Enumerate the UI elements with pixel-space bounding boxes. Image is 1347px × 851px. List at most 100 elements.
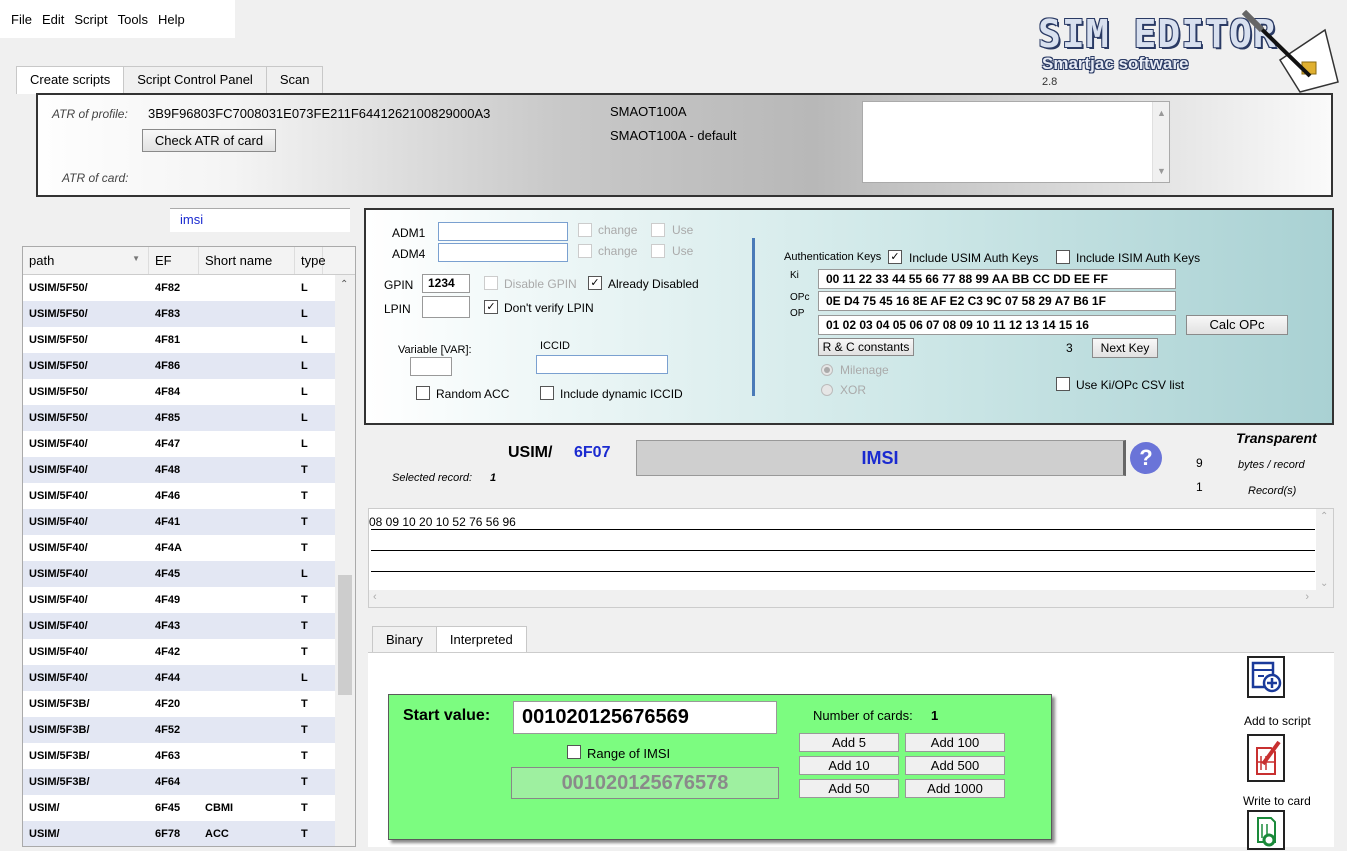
cell-ef: 4F4A — [155, 542, 182, 554]
dont-verify-lpin-checkbox[interactable]: ✓ — [484, 300, 498, 314]
random-acc-checkbox[interactable] — [416, 386, 430, 400]
include-dynamic-iccid-label: Include dynamic ICCID — [560, 387, 683, 401]
add-5-button[interactable]: Add 5 — [799, 733, 899, 752]
record-vscroll[interactable]: ⌃ ⌄ — [1316, 509, 1333, 591]
table-row[interactable]: USIM/5F40/4F47 L — [23, 431, 355, 457]
table-row[interactable]: USIM/5F50/4F81 L — [23, 327, 355, 353]
op-input[interactable]: 01 02 03 04 05 06 07 08 09 10 11 12 13 1… — [818, 315, 1176, 335]
rc-constants-button[interactable]: R & C constants — [818, 338, 914, 356]
adm4-input[interactable] — [438, 243, 568, 262]
verify-card-button[interactable] — [1247, 810, 1285, 850]
adm1-change-checkbox[interactable] — [578, 223, 592, 237]
tab-binary[interactable]: Binary — [372, 626, 437, 653]
adm4-use-checkbox[interactable] — [651, 244, 665, 258]
range-of-imsi-checkbox[interactable] — [567, 745, 581, 759]
check-atr-button[interactable]: Check ATR of card — [142, 129, 276, 152]
disable-gpin-checkbox[interactable] — [484, 276, 498, 290]
record-data-line[interactable]: 08 09 10 20 10 52 76 56 96 — [369, 515, 516, 529]
opc-input[interactable]: 0E D4 75 45 16 8E AF E2 C3 9C 07 58 29 A… — [818, 291, 1176, 311]
already-disabled-checkbox[interactable]: ✓ — [588, 276, 602, 290]
table-row[interactable]: USIM/5F3B/4F52 T — [23, 717, 355, 743]
adm1-input[interactable] — [438, 222, 568, 241]
menu-file[interactable]: File — [6, 12, 37, 27]
opc-label: OPc — [790, 292, 810, 303]
include-usim-checkbox[interactable]: ✓ — [888, 250, 902, 264]
cell-path: USIM/5F50/ — [29, 360, 88, 372]
include-isim-checkbox[interactable] — [1056, 250, 1070, 264]
atr-profile-label: ATR of profile: — [52, 107, 128, 121]
table-row[interactable]: USIM/5F40/4F41 T — [23, 509, 355, 535]
menu-tools[interactable]: Tools — [113, 12, 153, 27]
table-row[interactable]: USIM/5F3B/4F20 T — [23, 691, 355, 717]
next-key-button[interactable]: Next Key — [1092, 338, 1158, 358]
cell-ef: 6F78 — [155, 828, 181, 840]
xor-label: XOR — [840, 383, 867, 397]
gpin-input[interactable]: 1234 — [422, 274, 470, 293]
menu-script[interactable]: Script — [69, 12, 112, 27]
cell-type: T — [301, 464, 308, 476]
table-row[interactable]: USIM/5F50/4F85 L — [23, 405, 355, 431]
ef-table-scrollbar[interactable]: ⌃ — [335, 275, 355, 846]
include-dynamic-iccid-checkbox[interactable] — [540, 386, 554, 400]
help-icon[interactable]: ? — [1130, 442, 1162, 474]
col-short-name[interactable]: Short name — [199, 247, 295, 274]
ki-input[interactable]: 00 11 22 33 44 55 66 77 88 99 AA BB CC D… — [818, 269, 1176, 289]
record-hscroll[interactable]: ‹ › — [369, 590, 1333, 607]
table-row[interactable]: USIM/5F3B/4F63 T — [23, 743, 355, 769]
menu-edit[interactable]: Edit — [37, 12, 69, 27]
table-row[interactable]: USIM/5F40/4F49 T — [23, 587, 355, 613]
ef-search-input[interactable]: imsi — [170, 208, 350, 232]
atr-notes-scrollbar[interactable]: ▲ ▼ — [1152, 102, 1169, 182]
cell-path: USIM/5F3B/ — [29, 750, 90, 762]
atr-notes-textarea[interactable]: ▲ ▼ — [862, 101, 1170, 183]
range-end-input[interactable]: 001020125676578 — [511, 767, 779, 799]
ef-table: path ▼ EF Short name type USIM/5F50/4F82 L… — [22, 246, 356, 847]
table-row[interactable]: USIM/5F3B/4F64 T — [23, 769, 355, 795]
table-row[interactable]: USIM/5F50/4F83 L — [23, 301, 355, 327]
table-row[interactable]: USIM/5F40/4F45 L — [23, 561, 355, 587]
adm1-use-checkbox[interactable] — [651, 223, 665, 237]
add-to-script-button[interactable] — [1247, 656, 1285, 698]
table-row[interactable]: USIM/5F40/4F42 T — [23, 639, 355, 665]
adm4-change-checkbox[interactable] — [578, 244, 592, 258]
record-data-area[interactable]: 08 09 10 20 10 52 76 56 96 ⌃ ⌄ ‹ › — [368, 508, 1334, 608]
ef-table-scroll-thumb[interactable] — [338, 575, 352, 695]
table-row[interactable]: USIM/5F40/4F43 T — [23, 613, 355, 639]
cell-ef: 4F84 — [155, 386, 181, 398]
tab-scan[interactable]: Scan — [265, 66, 324, 93]
table-row[interactable]: USIM/5F40/4F4A T — [23, 535, 355, 561]
tab-interpreted[interactable]: Interpreted — [435, 626, 527, 654]
add-500-button[interactable]: Add 500 — [905, 756, 1005, 775]
col-ef[interactable]: EF — [149, 247, 199, 274]
tab-create-scripts[interactable]: Create scripts — [16, 66, 125, 94]
calc-opc-button[interactable]: Calc OPc — [1186, 315, 1288, 335]
add-100-button[interactable]: Add 100 — [905, 733, 1005, 752]
selected-record-value: 1 — [490, 472, 497, 484]
col-path[interactable]: path ▼ — [23, 247, 149, 274]
tab-script-control-panel[interactable]: Script Control Panel — [123, 66, 267, 93]
add-50-button[interactable]: Add 50 — [799, 779, 899, 798]
iccid-label: ICCID — [540, 340, 570, 352]
table-row[interactable]: USIM/5F50/4F82 L — [23, 275, 355, 301]
milenage-radio[interactable] — [821, 364, 833, 376]
cell-type: L — [301, 282, 308, 294]
variable-input[interactable] — [410, 357, 452, 376]
start-value-input[interactable]: 001020125676569 — [513, 701, 777, 734]
table-row[interactable]: USIM/5F50/4F84 L — [23, 379, 355, 405]
table-row[interactable]: USIM/6F45 CBMI T — [23, 795, 355, 821]
write-to-card-button[interactable] — [1247, 734, 1285, 782]
xor-radio[interactable] — [821, 384, 833, 396]
table-row[interactable]: USIM/5F40/4F46 T — [23, 483, 355, 509]
table-row[interactable]: USIM/5F40/4F48 T — [23, 457, 355, 483]
table-row[interactable]: USIM/5F40/4F44 L — [23, 665, 355, 691]
table-row[interactable]: USIM/5F50/4F86 L — [23, 353, 355, 379]
add-1000-button[interactable]: Add 1000 — [905, 779, 1005, 798]
table-row[interactable]: USIM/6F78 ACC T — [23, 821, 355, 846]
iccid-input[interactable] — [536, 355, 668, 374]
menu-help[interactable]: Help — [153, 12, 190, 27]
col-type[interactable]: type — [295, 247, 326, 274]
use-ki-opc-csv-checkbox[interactable] — [1056, 377, 1070, 391]
lpin-input[interactable] — [422, 296, 470, 318]
disable-gpin-label: Disable GPIN — [504, 277, 577, 291]
add-10-button[interactable]: Add 10 — [799, 756, 899, 775]
